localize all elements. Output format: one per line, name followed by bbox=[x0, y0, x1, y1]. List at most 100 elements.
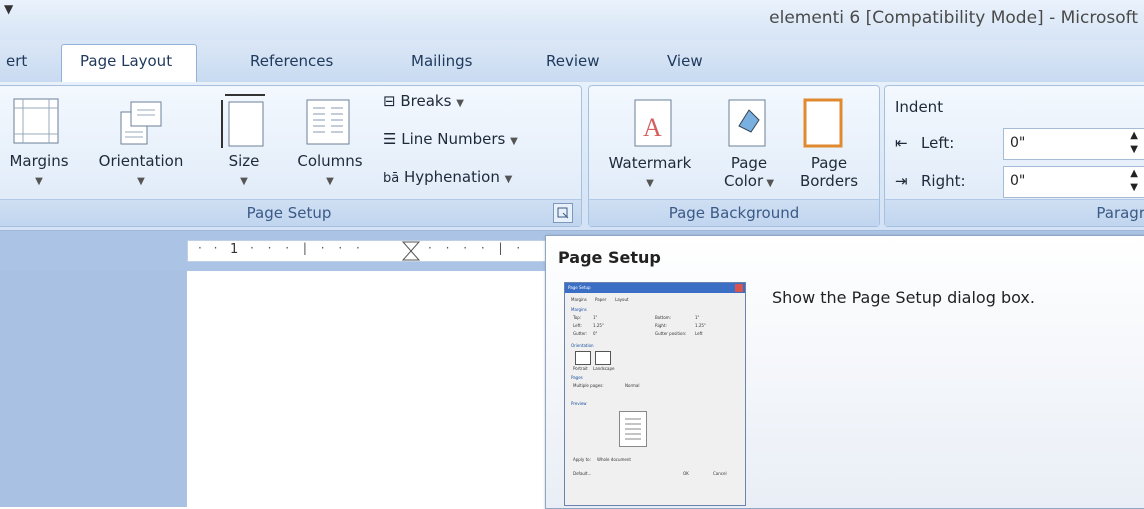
thumb-landscape-icon bbox=[595, 351, 611, 365]
ribbon-tabs: ert Page Layout References Mailings Revi… bbox=[0, 40, 1144, 85]
indent-marker-icon[interactable] bbox=[400, 241, 422, 271]
indent-left-label: Left: bbox=[921, 134, 955, 152]
tooltip-description: Show the Page Setup dialog box. bbox=[772, 288, 1035, 307]
thumb-default-button: Default... bbox=[573, 471, 592, 476]
margins-button[interactable]: Margins ▼ bbox=[0, 152, 81, 188]
line-numbers-icon: ☰ bbox=[383, 130, 397, 148]
page-borders-label-1: Page bbox=[810, 154, 848, 172]
indent-right-spinner-icon[interactable]: ▲ ▼ bbox=[1130, 167, 1138, 195]
indent-right-input[interactable]: 0" ▲ ▼ bbox=[1003, 166, 1144, 198]
dialog-launcher-icon[interactable] bbox=[553, 203, 573, 223]
tab-references[interactable]: References bbox=[250, 52, 333, 70]
thumb-tab-margins: Margins bbox=[571, 297, 587, 302]
page-setup-group-label: Page Setup bbox=[0, 199, 581, 226]
thumb-titlebar: Page Setup bbox=[565, 283, 745, 293]
thumb-tab-paper: Paper bbox=[595, 297, 607, 302]
horizontal-ruler[interactable]: · · 1 · · · | · · · · · · · | · bbox=[187, 240, 549, 262]
margins-icon bbox=[13, 98, 59, 144]
page-color-button[interactable]: Page Color ▼ bbox=[705, 154, 793, 190]
page-borders-button[interactable]: Page Borders bbox=[789, 154, 869, 190]
thumb-left-value: 1.25" bbox=[593, 323, 604, 328]
page-color-label-1: Page bbox=[730, 154, 768, 172]
svg-text:A: A bbox=[643, 113, 662, 142]
thumb-left-label: Left: bbox=[573, 323, 582, 328]
thumb-apply-to-value: Whole document bbox=[597, 457, 631, 462]
page-color-dropdown-icon: ▼ bbox=[763, 178, 775, 189]
ruler-ticks-left: · · bbox=[198, 241, 222, 255]
indent-left-spinner-icon[interactable]: ▲ ▼ bbox=[1130, 129, 1138, 157]
orientation-button[interactable]: Orientation ▼ bbox=[81, 152, 201, 188]
thumb-right-value: 1.25" bbox=[695, 323, 706, 328]
columns-dropdown-icon: ▼ bbox=[326, 176, 334, 187]
page-color-label-2: Color bbox=[723, 172, 764, 190]
document-page[interactable] bbox=[187, 271, 547, 507]
thumb-landscape-label: Landscape bbox=[593, 366, 615, 371]
columns-icon bbox=[306, 99, 350, 145]
indent-left-input[interactable]: 0" ▲ ▼ bbox=[1003, 128, 1144, 160]
group-paragraph: Indent ⇤ Left: 0" ▲ ▼ ⇥ Right: 0" ▲ ▼ Para… bbox=[884, 85, 1144, 227]
tab-review[interactable]: Review bbox=[546, 52, 600, 70]
ribbon: Margins ▼ Orientation ▼ Size ▼ Columns ▼… bbox=[0, 82, 1144, 231]
hyphenation-dropdown-icon: ▼ bbox=[504, 174, 513, 185]
tab-page-layout[interactable]: Page Layout bbox=[80, 52, 172, 70]
page-setup-tooltip: Page Setup Show the Page Setup dialog bo… bbox=[545, 235, 1144, 509]
quick-access-dropdown-icon[interactable]: ▼ bbox=[4, 2, 13, 16]
window-title: elementi 6 [Compatibility Mode] - Micros… bbox=[769, 8, 1138, 28]
thumb-preview-heading: Preview bbox=[571, 401, 587, 406]
tab-mailings[interactable]: Mailings bbox=[411, 52, 472, 70]
watermark-dropdown-icon: ▼ bbox=[646, 178, 654, 189]
thumb-right-label: Right: bbox=[655, 323, 667, 328]
page-borders-label-2: Borders bbox=[799, 172, 859, 190]
thumb-top-label: Top: bbox=[573, 315, 582, 320]
thumb-cancel-button: Cancel bbox=[713, 471, 727, 476]
thumb-bottom-label: Bottom: bbox=[655, 315, 672, 320]
watermark-button[interactable]: Watermark ▼ bbox=[595, 154, 705, 190]
tab-insert[interactable]: ert bbox=[6, 52, 27, 70]
columns-button[interactable]: Columns ▼ bbox=[285, 152, 375, 188]
line-numbers-dropdown-icon: ▼ bbox=[510, 136, 518, 147]
thumb-apply-to-label: Apply to: bbox=[573, 457, 591, 462]
orientation-icon bbox=[120, 101, 162, 145]
thumb-pages-heading: Pages bbox=[571, 375, 583, 380]
hyphenation-icon: bā bbox=[383, 171, 400, 186]
group-page-background: A Watermark ▼ Page Color ▼ Page Borders P… bbox=[588, 85, 880, 227]
indent-heading: Indent bbox=[895, 98, 944, 116]
thumb-multiple-pages-label: Multiple pages: bbox=[573, 383, 604, 388]
indent-left-value: 0" bbox=[1010, 135, 1026, 151]
watermark-label: Watermark bbox=[608, 154, 692, 172]
page-borders-icon bbox=[803, 98, 843, 148]
tooltip-title: Page Setup bbox=[558, 248, 661, 267]
indent-right-icon: ⇥ bbox=[895, 172, 908, 190]
breaks-icon: ⊟ bbox=[383, 92, 396, 110]
margins-label: Margins bbox=[9, 152, 69, 170]
orientation-dropdown-icon: ▼ bbox=[137, 176, 145, 187]
size-label: Size bbox=[228, 152, 260, 170]
thumb-close-icon bbox=[735, 284, 743, 292]
breaks-dropdown-icon: ▼ bbox=[456, 98, 464, 109]
breaks-button[interactable]: ⊟ Breaks ▼ bbox=[383, 92, 464, 110]
thumb-tab-layout: Layout bbox=[615, 297, 629, 302]
thumb-gutter-position-value: Left bbox=[695, 331, 703, 336]
thumb-margins-heading: Margins bbox=[571, 307, 587, 312]
size-dropdown-icon: ▼ bbox=[240, 176, 248, 187]
ruler-ticks-right: · · · · | · bbox=[428, 241, 526, 255]
thumb-ok-button: OK bbox=[683, 471, 689, 476]
paragraph-group-label: Paragr bbox=[885, 199, 1144, 226]
thumb-portrait-icon bbox=[575, 351, 591, 365]
size-icon bbox=[221, 94, 265, 148]
thumb-multiple-pages-value: Normal bbox=[625, 383, 640, 388]
breaks-label: Breaks bbox=[400, 92, 452, 110]
thumb-bottom-value: 1" bbox=[695, 315, 700, 320]
page-setup-dialog-thumbnail: Page Setup Margins Paper Layout Margins … bbox=[564, 282, 746, 506]
ruler-ticks-mid: · · · | · · · bbox=[250, 241, 365, 255]
indent-right-value: 0" bbox=[1010, 173, 1026, 189]
tab-view[interactable]: View bbox=[667, 52, 703, 70]
thumb-portrait-label: Portrait bbox=[573, 366, 588, 371]
thumb-gutter-position-label: Gutter position: bbox=[655, 331, 687, 336]
paragraph-group-title: Paragr bbox=[1096, 204, 1144, 222]
size-button[interactable]: Size ▼ bbox=[211, 152, 277, 188]
hyphenation-button[interactable]: bā Hyphenation ▼ bbox=[383, 168, 512, 186]
page-color-icon bbox=[728, 99, 766, 147]
line-numbers-button[interactable]: ☰ Line Numbers ▼ bbox=[383, 130, 518, 148]
margins-dropdown-icon: ▼ bbox=[35, 176, 43, 187]
